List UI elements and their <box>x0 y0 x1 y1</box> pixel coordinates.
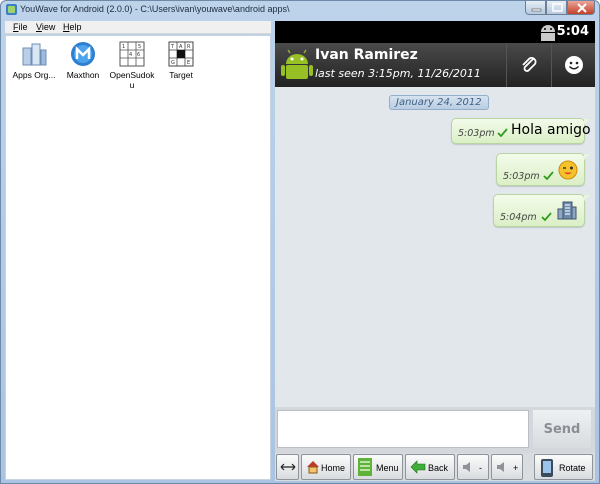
menu-file[interactable]: File <box>13 22 28 32</box>
message-input[interactable] <box>277 410 529 448</box>
contact-last-seen: last seen 3:15pm, 11/26/2011 <box>315 67 481 80</box>
svg-text:6: 6 <box>137 52 140 58</box>
paperclip-icon <box>522 57 537 72</box>
send-button[interactable]: Send <box>533 410 591 448</box>
building-emoji <box>557 201 577 220</box>
conversation-view[interactable]: January 24, 2012 5:03pm Hola amigo 5:03p… <box>275 87 595 407</box>
back-arrow-icon <box>410 460 426 474</box>
close-icon <box>577 3 587 13</box>
app-tile-target[interactable]: T A R G E Target <box>158 40 204 80</box>
minimize-icon <box>531 8 542 12</box>
message-time: 5:03pm <box>503 171 540 182</box>
app-list-pane: Apps Org... Maxthon 5 4 6 1 OpenSudoku T… <box>5 35 271 480</box>
emulator-toolbar: Home Menu Back - + Rotate <box>275 453 595 481</box>
window-title: YouWave for Android (2.0.0) - C:\Users\i… <box>20 4 290 14</box>
resize-button[interactable] <box>276 454 299 480</box>
message-time: 5:03pm <box>458 128 495 139</box>
message-text: Hola amigo <box>511 122 591 138</box>
contact-avatar-android-icon[interactable] <box>279 47 315 83</box>
message-time: 5:04pm <box>500 212 537 223</box>
home-label: Home <box>321 463 346 473</box>
svg-text:E: E <box>187 60 190 66</box>
contact-name[interactable]: Ivan Ramirez <box>315 47 418 63</box>
svg-text:R: R <box>187 44 191 50</box>
attach-button[interactable] <box>506 43 550 87</box>
speaker-icon <box>497 462 504 472</box>
target-grid-icon: T A R G E <box>168 41 194 67</box>
sudoku-icon: 5 4 6 1 <box>119 41 145 67</box>
volume-down-label: - <box>479 463 482 473</box>
back-label: Back <box>428 463 449 473</box>
menu-view[interactable]: View <box>36 22 55 32</box>
sent-check-icon <box>497 128 508 137</box>
svg-text:G: G <box>171 60 175 66</box>
back-button[interactable]: Back <box>405 454 455 480</box>
rotate-device-icon <box>541 459 553 477</box>
message-bubble[interactable]: 5:03pm <box>496 153 590 186</box>
app-tile-maxthon[interactable]: Maxthon <box>60 40 106 80</box>
menu-list-icon <box>358 458 372 476</box>
chat-header: Ivan Ramirez last seen 3:15pm, 11/26/201… <box>275 43 595 87</box>
sent-check-icon <box>543 171 554 180</box>
android-status-bar: 5:04 <box>275 21 595 43</box>
minimize-button[interactable] <box>525 1 546 15</box>
sent-check-icon <box>541 212 552 221</box>
menu-button[interactable]: Menu <box>353 454 403 480</box>
compose-bar: Send <box>275 407 595 453</box>
svg-text:A: A <box>179 44 183 50</box>
app-tile-opensudoku[interactable]: 5 4 6 1 OpenSudoku <box>109 40 155 90</box>
maxthon-icon <box>71 42 95 66</box>
home-icon <box>307 461 319 474</box>
volume-up-button[interactable]: + <box>491 454 523 480</box>
message-bubble[interactable]: 5:03pm Hola amigo <box>451 118 591 144</box>
date-divider: January 24, 2012 <box>389 95 489 110</box>
svg-text:5: 5 <box>138 44 141 50</box>
winking-face-emoji <box>558 160 578 180</box>
maximize-icon <box>552 3 563 12</box>
volume-down-button[interactable]: - <box>457 454 489 480</box>
app-label: Target <box>169 70 193 80</box>
status-time: 5:04 <box>556 24 589 39</box>
emoji-button[interactable] <box>551 43 595 87</box>
menu-help[interactable]: Help <box>63 22 82 32</box>
apps-organizer-icon <box>22 43 47 66</box>
title-bar[interactable]: YouWave for Android (2.0.0) - C:\Users\i… <box>1 1 599 19</box>
smiley-icon <box>565 56 583 74</box>
svg-text:1: 1 <box>122 44 125 50</box>
rotate-button[interactable]: Rotate <box>534 454 593 480</box>
speaker-icon <box>463 462 470 472</box>
android-screen: 5:04 Ivan Ramirez last seen 3:15pm, 11/2… <box>275 21 595 481</box>
menu-label: Menu <box>376 463 399 473</box>
app-label: Maxthon <box>66 70 100 80</box>
app-tile-apps-organizer[interactable]: Apps Org... <box>11 40 57 80</box>
volume-up-label: + <box>513 463 519 473</box>
maximize-button[interactable] <box>546 1 567 15</box>
message-bubble[interactable]: 5:04pm <box>493 194 590 227</box>
app-label: OpenSudoku <box>109 70 155 90</box>
youwave-app-icon <box>6 4 17 15</box>
close-button[interactable] <box>567 1 595 15</box>
resize-arrows-icon <box>280 463 296 471</box>
app-label: Apps Org... <box>12 70 56 80</box>
rotate-label: Rotate <box>559 463 586 473</box>
svg-text:4: 4 <box>129 52 132 58</box>
home-button[interactable]: Home <box>301 454 351 480</box>
menu-bar: File View Help <box>5 21 271 34</box>
app-window: YouWave for Android (2.0.0) - C:\Users\i… <box>0 0 600 484</box>
